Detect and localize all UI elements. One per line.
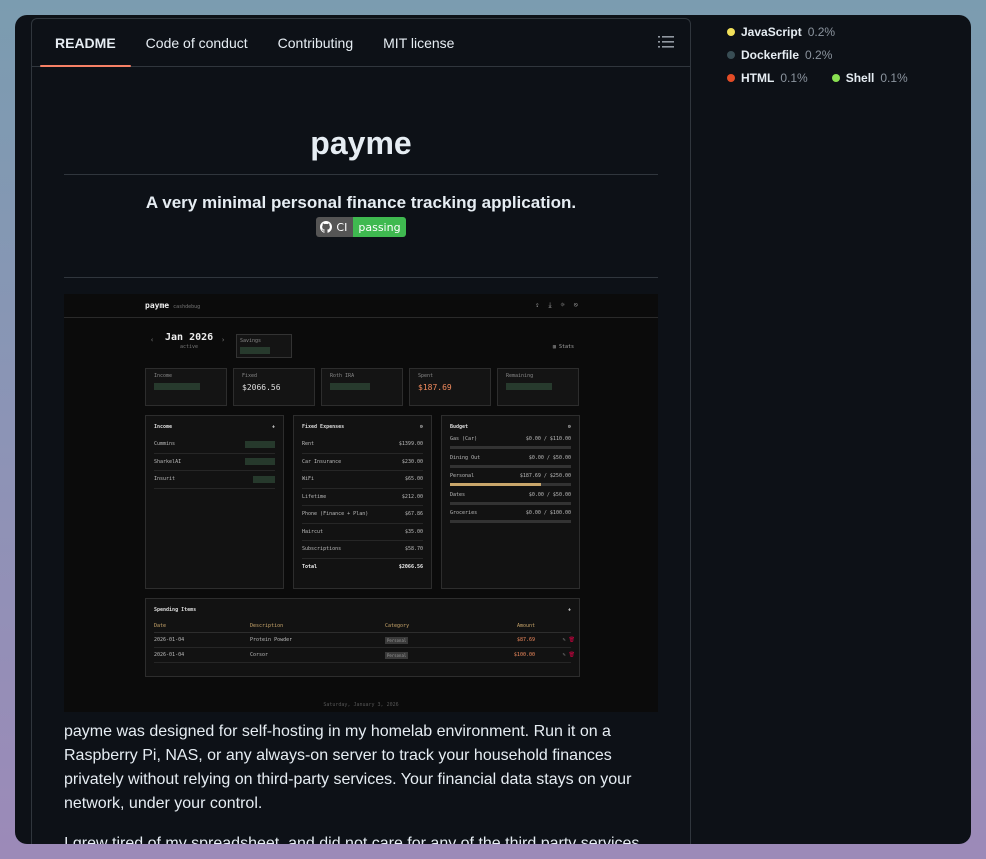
app-card-fixed: Fixed $2066.56	[233, 368, 315, 406]
download-icon: ⤓	[548, 301, 552, 309]
language-html[interactable]: HTML 0.1%	[727, 71, 808, 85]
badge-label: CI	[336, 220, 348, 234]
readme-title: payme	[64, 67, 658, 175]
tab-code-of-conduct[interactable]: Code of conduct	[131, 19, 263, 66]
app-footer-date: Saturday, January 3, 2026	[323, 702, 399, 708]
app-spending-panel: Spending Items + Date Description Categor…	[145, 598, 580, 677]
app-fixed-panel: Fixed Expenses ⚙ Rent $1399.00 Car Insuran…	[293, 415, 432, 589]
divider	[64, 277, 658, 278]
readme-article: payme A very minimal personal finance tr…	[32, 67, 690, 844]
app-card-spent: Spent $187.69	[409, 368, 491, 406]
app-card-roth: Roth IRA	[321, 368, 403, 406]
readme-box: README Code of conduct Contributing MIT …	[31, 18, 691, 844]
app-toolbar-icons: ⇪ ⤓ ☼ ⎋	[535, 301, 578, 310]
language-dockerfile[interactable]: Dockerfile 0.2%	[727, 48, 832, 62]
language-dot	[727, 27, 735, 36]
language-dot	[831, 73, 840, 82]
income-row: SharkelAI	[154, 454, 275, 471]
app-month: Jan 2026	[165, 332, 214, 343]
app-budget-panel: Budget ⚙ Gas (Car) $0.00 / $110.00 Dining …	[441, 415, 580, 589]
tab-readme[interactable]: README	[40, 19, 131, 67]
language-dot	[727, 73, 735, 82]
repo-page: README Code of conduct Contributing MIT …	[15, 15, 971, 844]
language-javascript[interactable]: JavaScript 0.2%	[727, 25, 835, 39]
readme-paragraph: I grew tired of my spreadsheet, and did …	[64, 835, 640, 844]
outline-list-icon[interactable]	[658, 35, 674, 49]
badge-status: passing	[353, 217, 406, 237]
app-stats: ▥ Stats	[552, 344, 574, 350]
upload-icon: ⇪	[535, 301, 540, 309]
readme-tabs: README Code of conduct Contributing MIT …	[32, 19, 690, 67]
languages-list: JavaScript 0.2% Dockerfile 0.2% HTML 0.1…	[727, 20, 908, 89]
ci-badge[interactable]: CI passing	[64, 217, 658, 237]
app-savings: Savings	[236, 334, 292, 358]
spending-row: 2026-01-04 Protein Powder Personal $87.6…	[154, 633, 575, 648]
income-row: Insurit	[154, 471, 275, 489]
logout-icon: ⎋	[573, 301, 578, 309]
app-topbar: payme cashdebug ⇪ ⤓ ☼ ⎋	[64, 294, 658, 318]
readme-subtitle: A very minimal personal finance tracking…	[145, 193, 577, 212]
tab-license[interactable]: MIT license	[368, 19, 469, 66]
app-screenshot: payme cashdebug ⇪ ⤓ ☼ ⎋ ‹ Jan 2026 active…	[64, 294, 658, 712]
app-month-status: active	[180, 344, 199, 350]
github-icon	[320, 221, 333, 233]
prev-month-icon: ‹	[150, 336, 155, 344]
next-month-icon: ›	[221, 336, 226, 344]
tab-contributing[interactable]: Contributing	[263, 19, 369, 66]
language-dot	[727, 50, 735, 59]
readme-paragraph: payme was designed for self-hosting in m…	[64, 723, 632, 812]
spending-row: 2026-01-04 Corsor Personal $100.00 ✎ 🗑	[154, 648, 575, 663]
app-card-remaining: Remaining	[497, 368, 579, 406]
income-row: Cummins	[154, 436, 275, 454]
sun-icon: ☼	[560, 301, 565, 309]
app-income-panel: Income + Cummins SharkelAI Insurit	[145, 415, 284, 589]
app-brand: payme cashdebug	[145, 301, 201, 310]
language-shell[interactable]: Shell 0.1%	[831, 71, 908, 85]
app-card-income: Income	[145, 368, 227, 406]
